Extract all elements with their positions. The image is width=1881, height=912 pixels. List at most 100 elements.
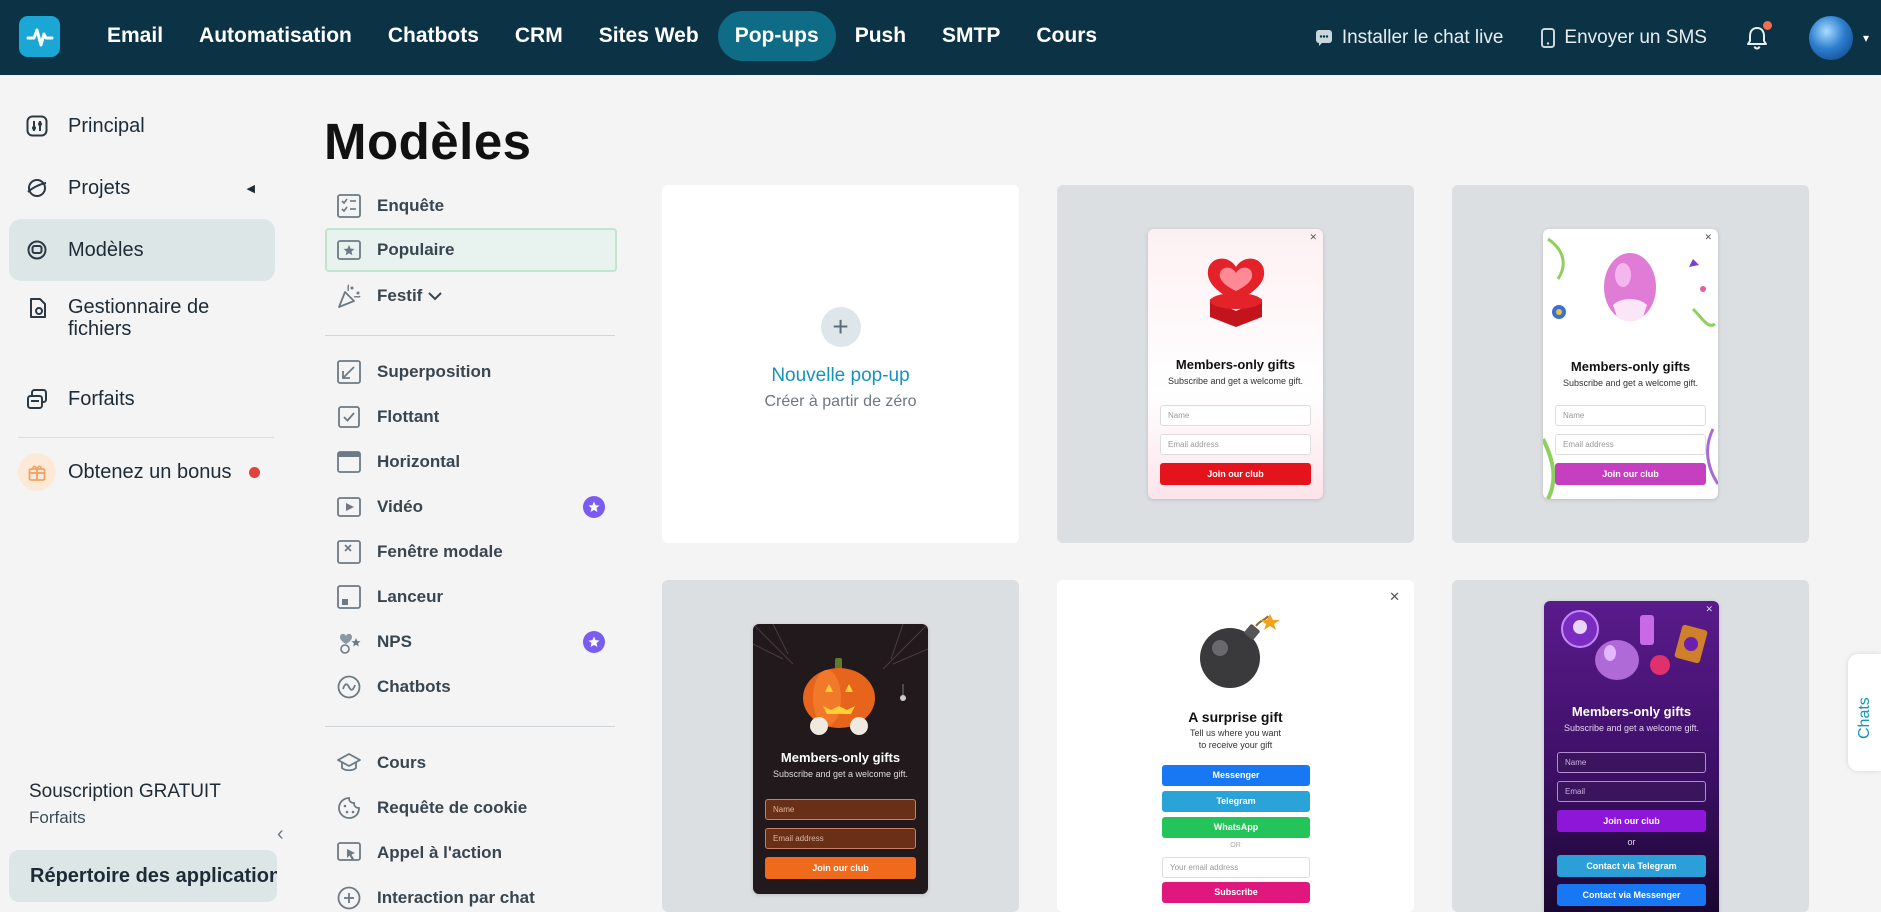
or-separator: OR	[1230, 842, 1241, 849]
new-popup-subtitle: Créer à partir de zéro	[764, 393, 917, 410]
chats-side-tab[interactable]: Chats	[1848, 654, 1881, 771]
category-modal[interactable]: Fenêtre modale	[325, 530, 617, 574]
category-label: Populaire	[377, 240, 455, 259]
modal-close-icon	[337, 540, 361, 564]
pulse-logo-icon[interactable]	[19, 16, 60, 57]
nav-crm[interactable]: CRM	[498, 11, 580, 61]
sidebar-item-modeles[interactable]: Modèles	[9, 219, 275, 281]
template-card-easter[interactable]: ✕ Members-only gifts Subscribe and get a…	[1452, 185, 1809, 543]
category-divider	[325, 726, 615, 727]
telegram-label: Telegram	[1216, 796, 1256, 806]
popup-email-field: Your email address	[1162, 857, 1310, 878]
category-survey[interactable]: Enquête	[325, 184, 617, 228]
sidebar-item-label: Forfaits	[68, 388, 135, 410]
category-label: NPS	[377, 632, 412, 651]
nav-automation[interactable]: Automatisation	[182, 11, 369, 61]
chevron-down-icon[interactable]	[427, 291, 443, 301]
popup-email-field: Email address	[1160, 434, 1311, 455]
sidebar-item-principal[interactable]: Principal	[9, 95, 275, 157]
popup-name-field: Name	[765, 799, 916, 820]
nav-websites[interactable]: Sites Web	[582, 11, 716, 61]
new-popup-card[interactable]: + Nouvelle pop-up Créer à partir de zéro	[662, 185, 1019, 543]
category-launcher[interactable]: Lanceur	[325, 575, 617, 619]
main-nav: Email Automatisation Chatbots CRM Sites …	[90, 11, 1116, 61]
template-card-halloween[interactable]: Members-only gifts Subscribe and get a w…	[662, 580, 1019, 912]
nav-push[interactable]: Push	[838, 11, 923, 61]
template-card-valentine[interactable]: ✕ Members-only gifts Subscribe and get a…	[1057, 185, 1414, 543]
popup-title: Members-only gifts	[780, 750, 901, 765]
popup-preview: Members-only gifts Subscribe and get a w…	[753, 624, 928, 894]
template-card-surprise-gift[interactable]: ✕ A surprise gift Tell us where you want…	[1057, 580, 1414, 912]
notifications-bell-icon[interactable]	[1745, 20, 1772, 51]
sidebar-item-label: Modèles	[68, 239, 144, 261]
file-manager-icon	[30, 298, 46, 318]
pumpkin-icon	[803, 658, 875, 735]
popup-name-field: Name	[1557, 752, 1706, 773]
checklist-icon	[337, 194, 361, 218]
category-chatbots[interactable]: Chatbots	[325, 665, 617, 709]
overlay-icon	[337, 360, 361, 384]
popup-join-button: Join our club	[765, 857, 916, 879]
sidebar-item-bonus[interactable]: Obtenez un bonus	[9, 441, 275, 503]
nav-smtp[interactable]: SMTP	[925, 11, 1017, 61]
sidebar-item-label: Principal	[68, 115, 145, 137]
sidebar-item-forfaits[interactable]: Forfaits	[9, 368, 275, 430]
nps-rating-icon	[340, 633, 361, 654]
sidebar-item-label: Gestionnaire de fichiers	[68, 296, 210, 340]
messenger-button: Messenger	[1162, 765, 1310, 786]
popup-subtitle-line1: Tell us where you want	[1189, 728, 1282, 738]
popup-join-button: Join our club	[1557, 810, 1706, 832]
messenger-contact-label: Contact via Messenger	[1582, 890, 1681, 900]
category-courses[interactable]: Cours	[325, 741, 617, 785]
category-horizontal[interactable]: Horizontal	[325, 440, 617, 484]
category-label: Chatbots	[377, 677, 451, 696]
popup-preview: ✕ Members-only gifts Subscribe and get a…	[1543, 229, 1718, 499]
nav-chatbots[interactable]: Chatbots	[371, 11, 496, 61]
template-card-magic[interactable]: ✕ Members-only gifts Subscribe and get a…	[1452, 580, 1809, 912]
chevron-down-icon[interactable]: ▾	[1863, 31, 1869, 45]
messenger-contact-button: Contact via Messenger	[1557, 884, 1706, 906]
video-play-icon	[337, 497, 361, 517]
sidebar-item-file-manager[interactable]: Gestionnaire de fichiers	[9, 283, 275, 353]
subscription-plans-link[interactable]: Forfaits	[29, 808, 86, 828]
bonus-badge-dot	[249, 466, 261, 478]
category-festive[interactable]: Festif	[325, 274, 617, 318]
premium-star-icon	[583, 631, 605, 653]
nav-popups[interactable]: Pop-ups	[717, 11, 836, 61]
category-label: Interaction par chat	[377, 888, 535, 907]
category-chat-interaction[interactable]: Interaction par chat	[325, 876, 617, 912]
popup-title: Members-only gifts	[1571, 704, 1692, 719]
popup-subtitle: Subscribe and get a welcome gift.	[1167, 376, 1304, 386]
category-cookie[interactable]: Requête de cookie	[325, 786, 617, 830]
category-overlay[interactable]: Superposition	[325, 350, 617, 394]
send-sms-label: Envoyer un SMS	[1564, 26, 1707, 48]
messenger-label: Messenger	[1212, 770, 1260, 780]
party-popper-icon	[338, 284, 361, 308]
category-label: Vidéo	[377, 497, 423, 516]
user-avatar[interactable]	[1808, 15, 1853, 60]
category-call-to-action[interactable]: Appel à l'action	[325, 831, 617, 875]
popup-subtitle: Subscribe and get a welcome gift.	[1562, 378, 1699, 388]
star-box-icon	[337, 240, 361, 260]
collapse-sidebar-icon[interactable]: ‹	[277, 823, 284, 846]
plus-icon: +	[820, 307, 861, 347]
popup-subtitle: Subscribe and get a welcome gift.	[772, 769, 909, 779]
sidebar-item-label: Projets	[68, 177, 131, 199]
popup-subtitle: Subscribe and get a welcome gift.	[1563, 723, 1700, 733]
nav-courses[interactable]: Cours	[1019, 11, 1114, 61]
send-sms-link[interactable]: Envoyer un SMS	[1541, 27, 1707, 49]
install-live-chat-label: Installer le chat live	[1341, 26, 1504, 48]
sidebar: Principal Projets ◀ Modèles Gestionnaire…	[0, 75, 285, 912]
category-floating[interactable]: Flottant	[325, 395, 617, 439]
category-nps[interactable]: NPS	[325, 620, 617, 664]
install-live-chat-link[interactable]: Installer le chat live	[1315, 26, 1504, 49]
nav-email[interactable]: Email	[90, 11, 180, 61]
app-directory-button[interactable]: Répertoire des applications	[9, 850, 277, 902]
sidebar-item-projets[interactable]: Projets ◀	[9, 157, 275, 219]
category-label: Festif	[377, 286, 423, 305]
top-right-actions: Installer le chat live Envoyer un SMS ▾	[1315, 0, 1881, 75]
category-popular[interactable]: Populaire	[325, 228, 617, 272]
whatsapp-label: WhatsApp	[1213, 822, 1259, 832]
expand-arrow-icon[interactable]: ◀	[247, 182, 255, 195]
category-video[interactable]: Vidéo	[325, 485, 617, 529]
